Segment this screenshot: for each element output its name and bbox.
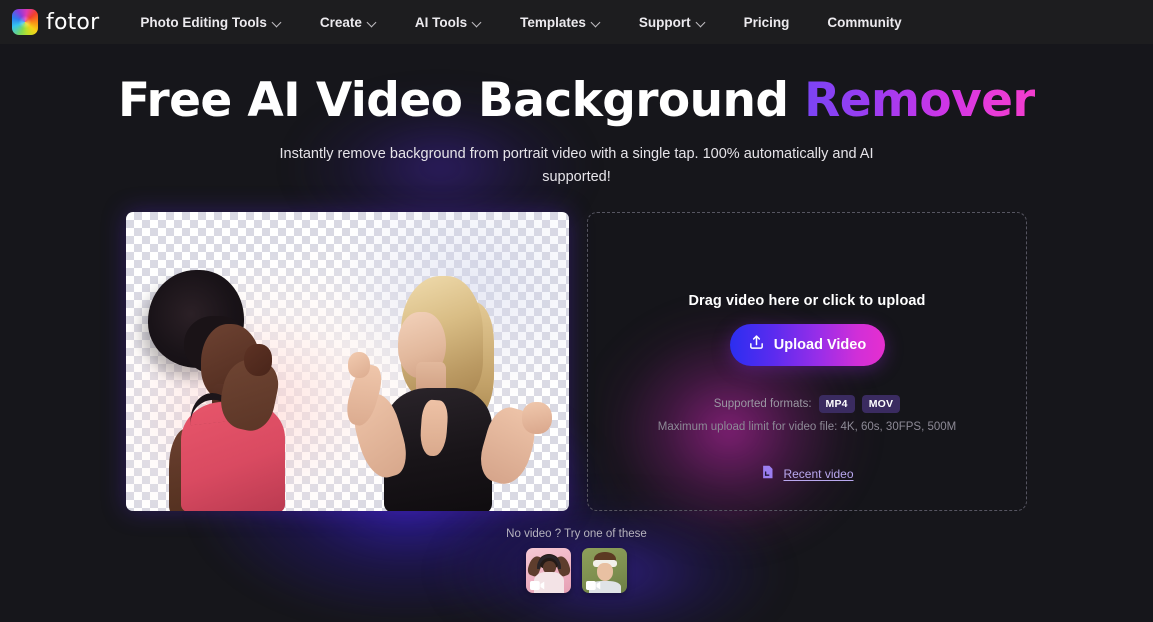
upload-video-button[interactable]: Upload Video [729,323,885,366]
page-title-accent: Remover [804,73,1035,128]
nav-items: Photo Editing Tools Create AI Tools Temp… [121,0,920,44]
nav-item-label: Support [638,14,691,30]
brand-name: fotor [46,9,100,35]
fotor-pinwheel-logo-icon [12,9,38,35]
nav-item-community[interactable]: Community [808,0,920,44]
nav-item-pricing[interactable]: Pricing [725,0,809,44]
nav-item-ai-tools[interactable]: AI Tools [396,0,501,44]
sample-video-thumbnails [0,547,1153,593]
upload-dropzone[interactable]: Drag video here or click to upload Uploa… [587,211,1027,511]
recent-file-icon [760,464,775,485]
upload-limit-text: Maximum upload limit for video file: 4K,… [657,420,957,433]
subject-right-fist [522,401,552,434]
upload-icon [748,334,765,355]
sample-videos-title: No video ? Try one of these [506,527,647,540]
video-background-removed-preview [126,211,569,511]
chevron-down-icon [273,18,282,27]
subject-left-fist [244,343,272,376]
chevron-down-icon [368,18,377,27]
nav-item-label: Templates [520,14,586,30]
upload-video-button-label: Upload Video [773,336,867,353]
nav-item-label: Photo Editing Tools [140,14,267,30]
main-content-row: Drag video here or click to upload Uploa… [0,211,1153,511]
nav-item-templates[interactable]: Templates [501,0,620,44]
nav-item-label: AI Tools [414,14,468,30]
recent-video-label: Recent video [783,467,854,482]
page-title-plain: Free AI Video Background [118,73,805,128]
chevron-down-icon [592,18,601,27]
top-navigation-bar: fotor Photo Editing Tools Create AI Tool… [0,0,1153,44]
video-camera-icon [530,578,545,590]
brand-logo[interactable]: fotor [12,9,99,35]
chevron-down-icon [473,18,482,27]
sample-video-woman-headphones[interactable] [526,547,571,593]
format-badge-mp4: MP4 [818,394,855,413]
nav-item-label: Community [827,14,902,30]
nav-item-label: Pricing [743,14,790,30]
page-subtitle: Instantly remove background from portrai… [279,145,874,186]
video-camera-icon [586,578,601,590]
subject-right-hand [348,351,370,378]
page-title: Free AI Video Background Remover [0,73,1153,128]
dropzone-title: Drag video here or click to upload [688,292,926,309]
chevron-down-icon [697,18,706,27]
nav-item-create[interactable]: Create [301,0,396,44]
sample-videos-section: No video ? Try one of these [0,528,1153,593]
nav-item-label: Create [319,14,362,30]
nav-item-support[interactable]: Support [620,0,725,44]
hero-section: Free AI Video Background Remover Instant… [0,44,1153,190]
sample-video-man-headband[interactable] [582,547,627,593]
format-badge-mov: MOV [861,394,901,413]
recent-video-link[interactable]: Recent video [760,464,854,485]
supported-formats-label: Supported formats: [713,397,812,410]
nav-item-photo-editing-tools[interactable]: Photo Editing Tools [121,0,300,44]
supported-formats-row: Supported formats: MP4 MOV [588,394,1026,413]
